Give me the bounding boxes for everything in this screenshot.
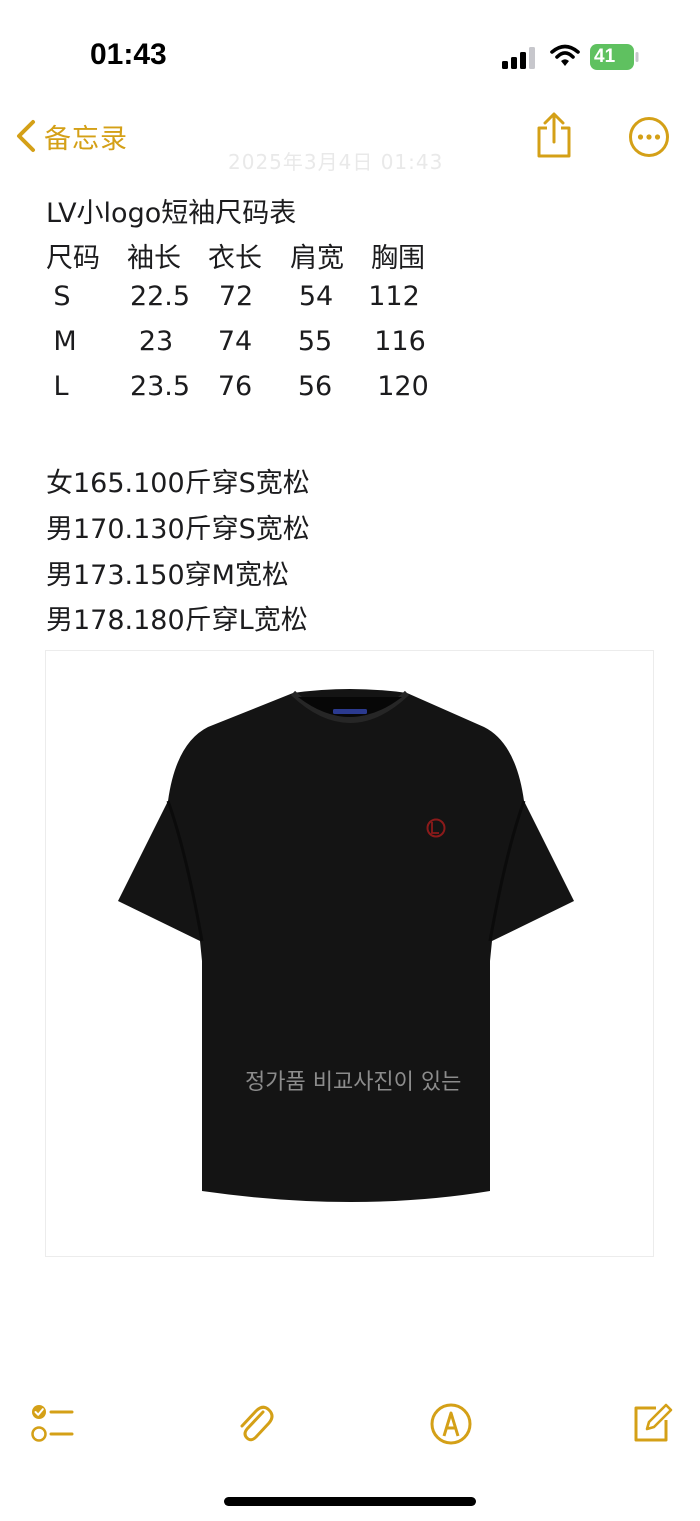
table-header-sleeve: 袖长 (127, 243, 181, 274)
table-cell: 54 (298, 281, 334, 312)
table-header-size: 尺码 (46, 243, 100, 274)
table-cell: 72 (218, 281, 254, 312)
table-cell: 116 (374, 326, 426, 357)
table-header-chest: 胸围 (371, 243, 425, 274)
cellular-signal-icon (502, 47, 535, 69)
chevron-left-icon (17, 120, 35, 152)
back-button[interactable]: 备忘录 (14, 116, 128, 156)
table-cell: 112 (368, 281, 420, 312)
back-label: 备忘录 (44, 123, 128, 155)
home-indicator[interactable] (224, 1497, 476, 1506)
black-tshirt-image (118, 689, 574, 1202)
attachment-icon[interactable] (233, 1402, 277, 1446)
table-header-shoulder: 肩宽 (290, 243, 344, 274)
table-cell: 120 (377, 371, 429, 402)
battery-level: 41 (594, 46, 616, 67)
table-cell: 56 (297, 371, 333, 402)
table-header-length: 衣长 (208, 243, 262, 274)
nav-date-title: 2025年3月4日 01:43 (228, 150, 444, 174)
battery-indicator: 41 (590, 44, 640, 70)
note-title: LV小logo短袖尺码表 (46, 198, 297, 229)
recommendation-line: 男170.130斤穿S宽松 (46, 514, 310, 545)
table-cell: 55 (297, 326, 333, 357)
recommendation-line: 女165.100斤穿S宽松 (46, 468, 310, 499)
share-icon[interactable] (533, 112, 575, 158)
table-cell: S (53, 281, 71, 312)
compose-icon[interactable] (630, 1402, 674, 1446)
more-options-icon[interactable] (628, 116, 670, 158)
checklist-icon[interactable] (30, 1402, 74, 1446)
notes-screen: 01:43 41 备忘录 2025年3月4日 01:43 LV小logo短袖尺码… (0, 0, 700, 1521)
recommendation-line: 男173.150穿M宽松 (46, 560, 289, 591)
table-cell: L (53, 371, 69, 402)
table-cell: 74 (217, 326, 253, 357)
recommendation-line: 男178.180斤穿L宽松 (46, 605, 308, 636)
status-time: 01:43 (90, 38, 167, 71)
table-cell: M (53, 326, 77, 357)
markup-icon[interactable] (429, 1402, 473, 1446)
table-cell: 76 (217, 371, 253, 402)
photo-watermark: 정가품 비교사진이 있는 (245, 1070, 462, 1095)
wifi-icon (550, 44, 580, 66)
table-cell: 22.5 (129, 281, 191, 312)
tshirt-photo[interactable] (45, 650, 654, 1257)
table-cell: 23.5 (129, 371, 191, 402)
table-cell: 23 (138, 326, 174, 357)
